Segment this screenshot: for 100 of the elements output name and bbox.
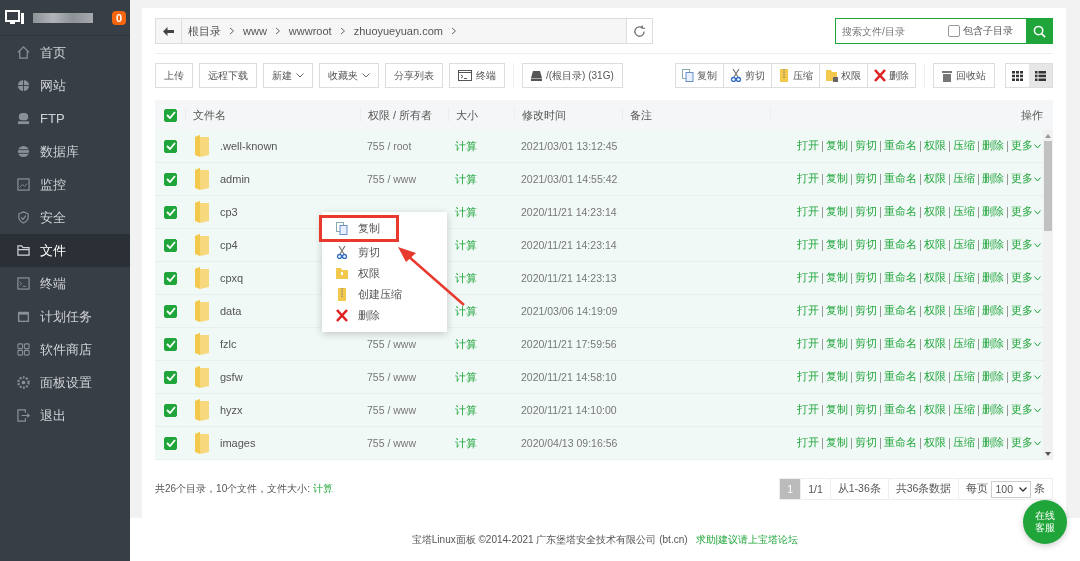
sidebar-item[interactable]: 监控 [0, 168, 130, 201]
sidebar-item[interactable]: 面板设置 [0, 366, 130, 399]
row-checkbox[interactable] [164, 238, 177, 252]
row-action-link[interactable]: 权限 [924, 172, 946, 186]
sidebar-item[interactable]: FTP [0, 102, 130, 135]
file-name[interactable]: admin [220, 173, 250, 185]
calculate-size-link[interactable]: 计算 [455, 271, 477, 284]
row-action-link[interactable]: 复制 [826, 403, 848, 417]
row-action-link[interactable]: 删除 [982, 139, 1004, 153]
file-name[interactable]: cp4 [220, 239, 238, 251]
calculate-size-link[interactable]: 计算 [455, 304, 477, 317]
sidebar-item[interactable]: 首页 [0, 36, 130, 69]
row-checkbox[interactable] [164, 370, 177, 384]
row-action-link[interactable]: 更多 [1011, 172, 1041, 186]
sidebar-item[interactable]: 退出 [0, 399, 130, 432]
row-checkbox[interactable] [164, 304, 177, 318]
file-name[interactable]: images [220, 437, 256, 449]
sidebar-item[interactable]: 终端 [0, 267, 130, 300]
row-action-link[interactable]: 打开 [797, 304, 819, 318]
row-action-link[interactable]: 复制 [826, 172, 848, 186]
row-action-link[interactable]: 剪切 [855, 172, 877, 186]
menu-item[interactable]: 创建压缩 [319, 284, 409, 305]
row-action-link[interactable]: 剪切 [855, 403, 877, 417]
calculate-size-link[interactable]: 计算 [455, 370, 477, 383]
toolbar-button[interactable]: 新建 [263, 63, 313, 88]
row-checkbox[interactable] [164, 139, 177, 153]
row-action-link[interactable]: 权限 [924, 370, 946, 384]
breadcrumb-link[interactable]: zhuoyueyuan.com [353, 25, 443, 37]
row-action-link[interactable]: 剪切 [855, 370, 877, 384]
row-action-link[interactable]: 复制 [826, 304, 848, 318]
row-action-link[interactable]: 权限 [924, 436, 946, 450]
toolbar-button[interactable]: 终端 [449, 63, 505, 88]
row-action-link[interactable]: 压缩 [953, 304, 975, 318]
row-action-link[interactable]: 重命名 [884, 304, 917, 318]
row-action-link[interactable]: 压缩 [953, 238, 975, 252]
calculate-size-link[interactable]: 计算 [455, 337, 477, 350]
row-action-link[interactable]: 复制 [826, 271, 848, 285]
row-action-link[interactable]: 更多 [1011, 205, 1041, 219]
row-action-link[interactable]: 打开 [797, 205, 819, 219]
row-action-link[interactable]: 剪切 [855, 271, 877, 285]
row-action-link[interactable]: 重命名 [884, 205, 917, 219]
calculate-size-link[interactable]: 计算 [455, 172, 477, 185]
row-checkbox[interactable] [164, 337, 177, 351]
sidebar-item[interactable]: 安全 [0, 201, 130, 234]
row-action-link[interactable]: 权限 [924, 139, 946, 153]
recycle-bin-button[interactable]: 回收站 [933, 63, 995, 88]
row-action-link[interactable]: 压缩 [953, 436, 975, 450]
row-checkbox[interactable] [164, 205, 177, 219]
row-action-link[interactable]: 剪切 [855, 436, 877, 450]
calculate-size-link[interactable]: 计算 [455, 205, 477, 218]
row-action-link[interactable]: 重命名 [884, 337, 917, 351]
file-name[interactable]: cp3 [220, 206, 238, 218]
menu-item[interactable]: 权限 [319, 263, 387, 284]
row-action-link[interactable]: 压缩 [953, 205, 975, 219]
row-action-link[interactable]: 重命名 [884, 271, 917, 285]
row-checkbox[interactable] [164, 271, 177, 285]
row-action-link[interactable]: 删除 [982, 370, 1004, 384]
row-action-link[interactable]: 复制 [826, 139, 848, 153]
file-name[interactable]: .well-known [220, 140, 278, 152]
row-action-link[interactable]: 复制 [826, 370, 848, 384]
row-action-link[interactable]: 重命名 [884, 436, 917, 450]
row-action-link[interactable]: 删除 [982, 172, 1004, 186]
checkbox[interactable] [948, 25, 960, 37]
select-all-checkbox[interactable] [164, 108, 177, 122]
per-page-select[interactable]: 100 [991, 480, 1031, 498]
toolbar-button[interactable]: 上传 [155, 63, 193, 88]
row-action-link[interactable]: 剪切 [855, 205, 877, 219]
row-checkbox[interactable] [164, 403, 177, 417]
page-number[interactable]: 1 [780, 479, 801, 499]
row-action-link[interactable]: 剪切 [855, 304, 877, 318]
row-action-link[interactable]: 重命名 [884, 172, 917, 186]
row-action-link[interactable]: 更多 [1011, 238, 1041, 252]
menu-item[interactable]: 复制 [319, 215, 399, 242]
calculate-size-link[interactable]: 计算 [455, 403, 477, 416]
row-action-link[interactable]: 更多 [1011, 370, 1041, 384]
file-name[interactable]: gsfw [220, 371, 243, 383]
row-action-link[interactable]: 打开 [797, 172, 819, 186]
row-action-link[interactable]: 更多 [1011, 304, 1041, 318]
row-action-link[interactable]: 复制 [826, 238, 848, 252]
row-action-link[interactable]: 重命名 [884, 370, 917, 384]
row-checkbox[interactable] [164, 172, 177, 186]
row-action-link[interactable]: 更多 [1011, 403, 1041, 417]
sidebar-item[interactable]: 文件 [0, 234, 130, 267]
menu-item[interactable]: 删除 [319, 305, 387, 326]
row-action-link[interactable]: 权限 [924, 205, 946, 219]
row-action-link[interactable]: 打开 [797, 403, 819, 417]
notification-badge[interactable]: 0 [111, 10, 126, 25]
row-action-link[interactable]: 删除 [982, 238, 1004, 252]
row-action-link[interactable]: 重命名 [884, 238, 917, 252]
row-action-link[interactable]: 权限 [924, 304, 946, 318]
file-name[interactable]: data [220, 305, 242, 317]
toolbar-button[interactable]: /(根目录) (31G) [522, 63, 623, 88]
scrollbar[interactable] [1043, 130, 1053, 460]
row-action-link[interactable]: 更多 [1011, 337, 1041, 351]
row-checkbox[interactable] [164, 436, 177, 450]
row-action-link[interactable]: 重命名 [884, 403, 917, 417]
menu-item[interactable]: 剪切 [319, 242, 387, 263]
row-action-link[interactable]: 复制 [826, 436, 848, 450]
row-action-link[interactable]: 打开 [797, 370, 819, 384]
breadcrumb-link[interactable]: www [243, 25, 267, 37]
